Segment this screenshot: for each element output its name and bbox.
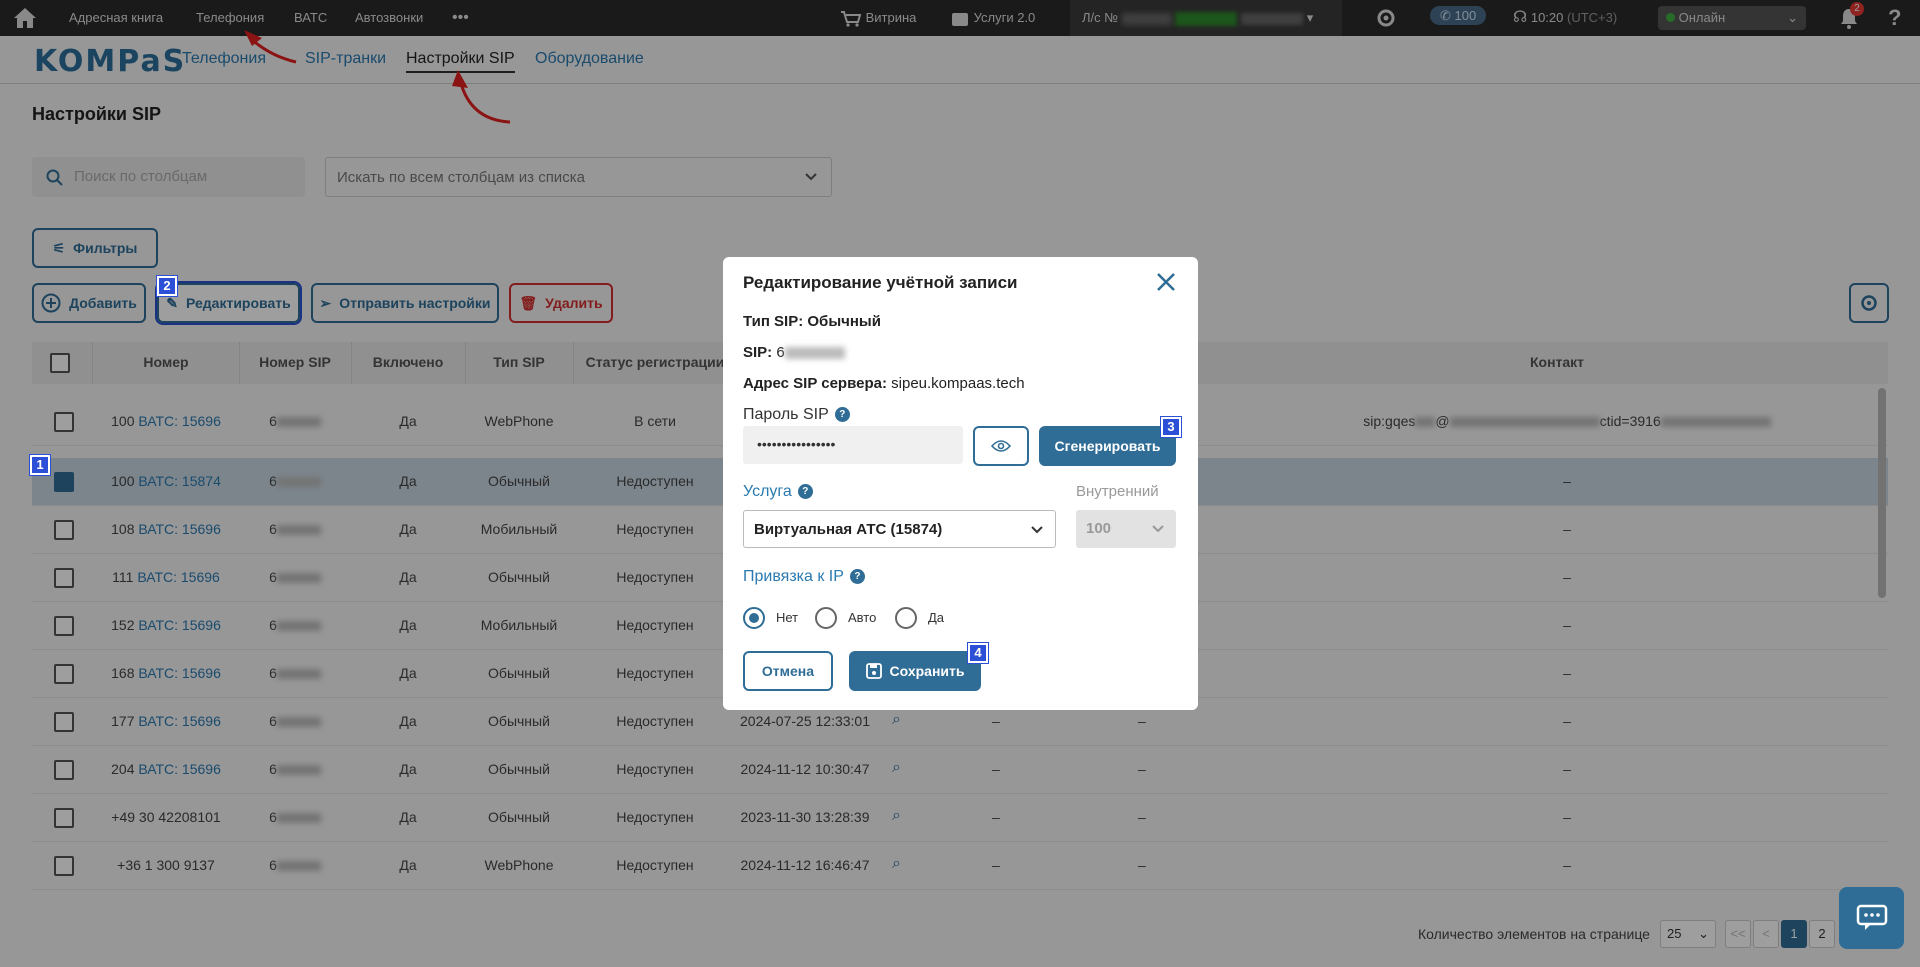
help-icon[interactable]: ? — [834, 407, 850, 423]
ip-option-yes-label: Да — [928, 610, 945, 625]
ip-binding-label-row: Привязка к IP? — [743, 568, 865, 586]
sip-type: Тип SIP: Обычный — [743, 313, 881, 330]
sip-server: Адрес SIP сервера: sipeu.kompaas.tech — [743, 375, 1025, 392]
generate-password-button[interactable]: Сгенерировать — [1039, 426, 1176, 466]
cancel-button[interactable]: Отмена — [743, 651, 833, 691]
annotation-badge: 2 — [156, 275, 178, 297]
sip-value-hidden — [784, 347, 845, 360]
save-icon — [865, 663, 882, 679]
annotation-badge: 4 — [967, 642, 989, 664]
password-label: Пароль SIP — [743, 406, 829, 423]
edit-account-dialog: Редактирование учётной записи Тип SIP: О… — [723, 257, 1198, 710]
chevron-down-icon — [1152, 525, 1164, 533]
internal-select: 100 — [1076, 510, 1176, 548]
chat-icon — [1856, 904, 1888, 930]
ip-option-no-radio[interactable] — [743, 607, 765, 629]
service-label: Услуга — [743, 483, 792, 500]
ip-option-auto-label: Авто — [848, 610, 877, 625]
chat-button[interactable] — [1839, 887, 1904, 949]
sip-value: 6 — [776, 344, 785, 361]
server-value: sipeu.kompaas.tech — [891, 375, 1025, 392]
sip-label: SIP: — [743, 344, 773, 361]
chevron-down-icon — [1031, 526, 1043, 534]
annotation-badge: 1 — [29, 454, 51, 476]
internal-label: Внутренний — [1076, 483, 1159, 500]
service-select[interactable]: Виртуальная АТС (15874) — [743, 510, 1056, 548]
save-label: Сохранить — [889, 663, 965, 679]
annotation-badge: 3 — [1160, 416, 1182, 438]
ip-binding-label: Привязка к IP — [743, 568, 844, 585]
save-button[interactable]: Сохранить — [849, 651, 981, 691]
server-label: Адрес SIP сервера: — [743, 375, 887, 392]
password-field[interactable]: •••••••••••••••• — [743, 426, 963, 464]
help-icon[interactable]: ? — [849, 569, 865, 585]
close-icon[interactable] — [1155, 271, 1177, 293]
internal-value: 100 — [1086, 520, 1112, 537]
password-label-row: Пароль SIP? — [743, 406, 850, 424]
eye-icon — [991, 440, 1011, 452]
service-value: Виртуальная АТС (15874) — [754, 521, 943, 538]
help-icon[interactable]: ? — [797, 484, 813, 500]
dialog-title: Редактирование учётной записи — [743, 273, 1018, 292]
service-label-row: Услуга? — [743, 483, 813, 501]
toggle-password-button[interactable] — [973, 426, 1029, 466]
ip-option-yes-radio[interactable] — [895, 607, 917, 629]
sip-account: SIP: 6 — [743, 344, 845, 361]
ip-option-no-label: Нет — [776, 610, 799, 625]
ip-option-auto-radio[interactable] — [815, 607, 837, 629]
password-value: •••••••••••••••• — [757, 436, 836, 452]
